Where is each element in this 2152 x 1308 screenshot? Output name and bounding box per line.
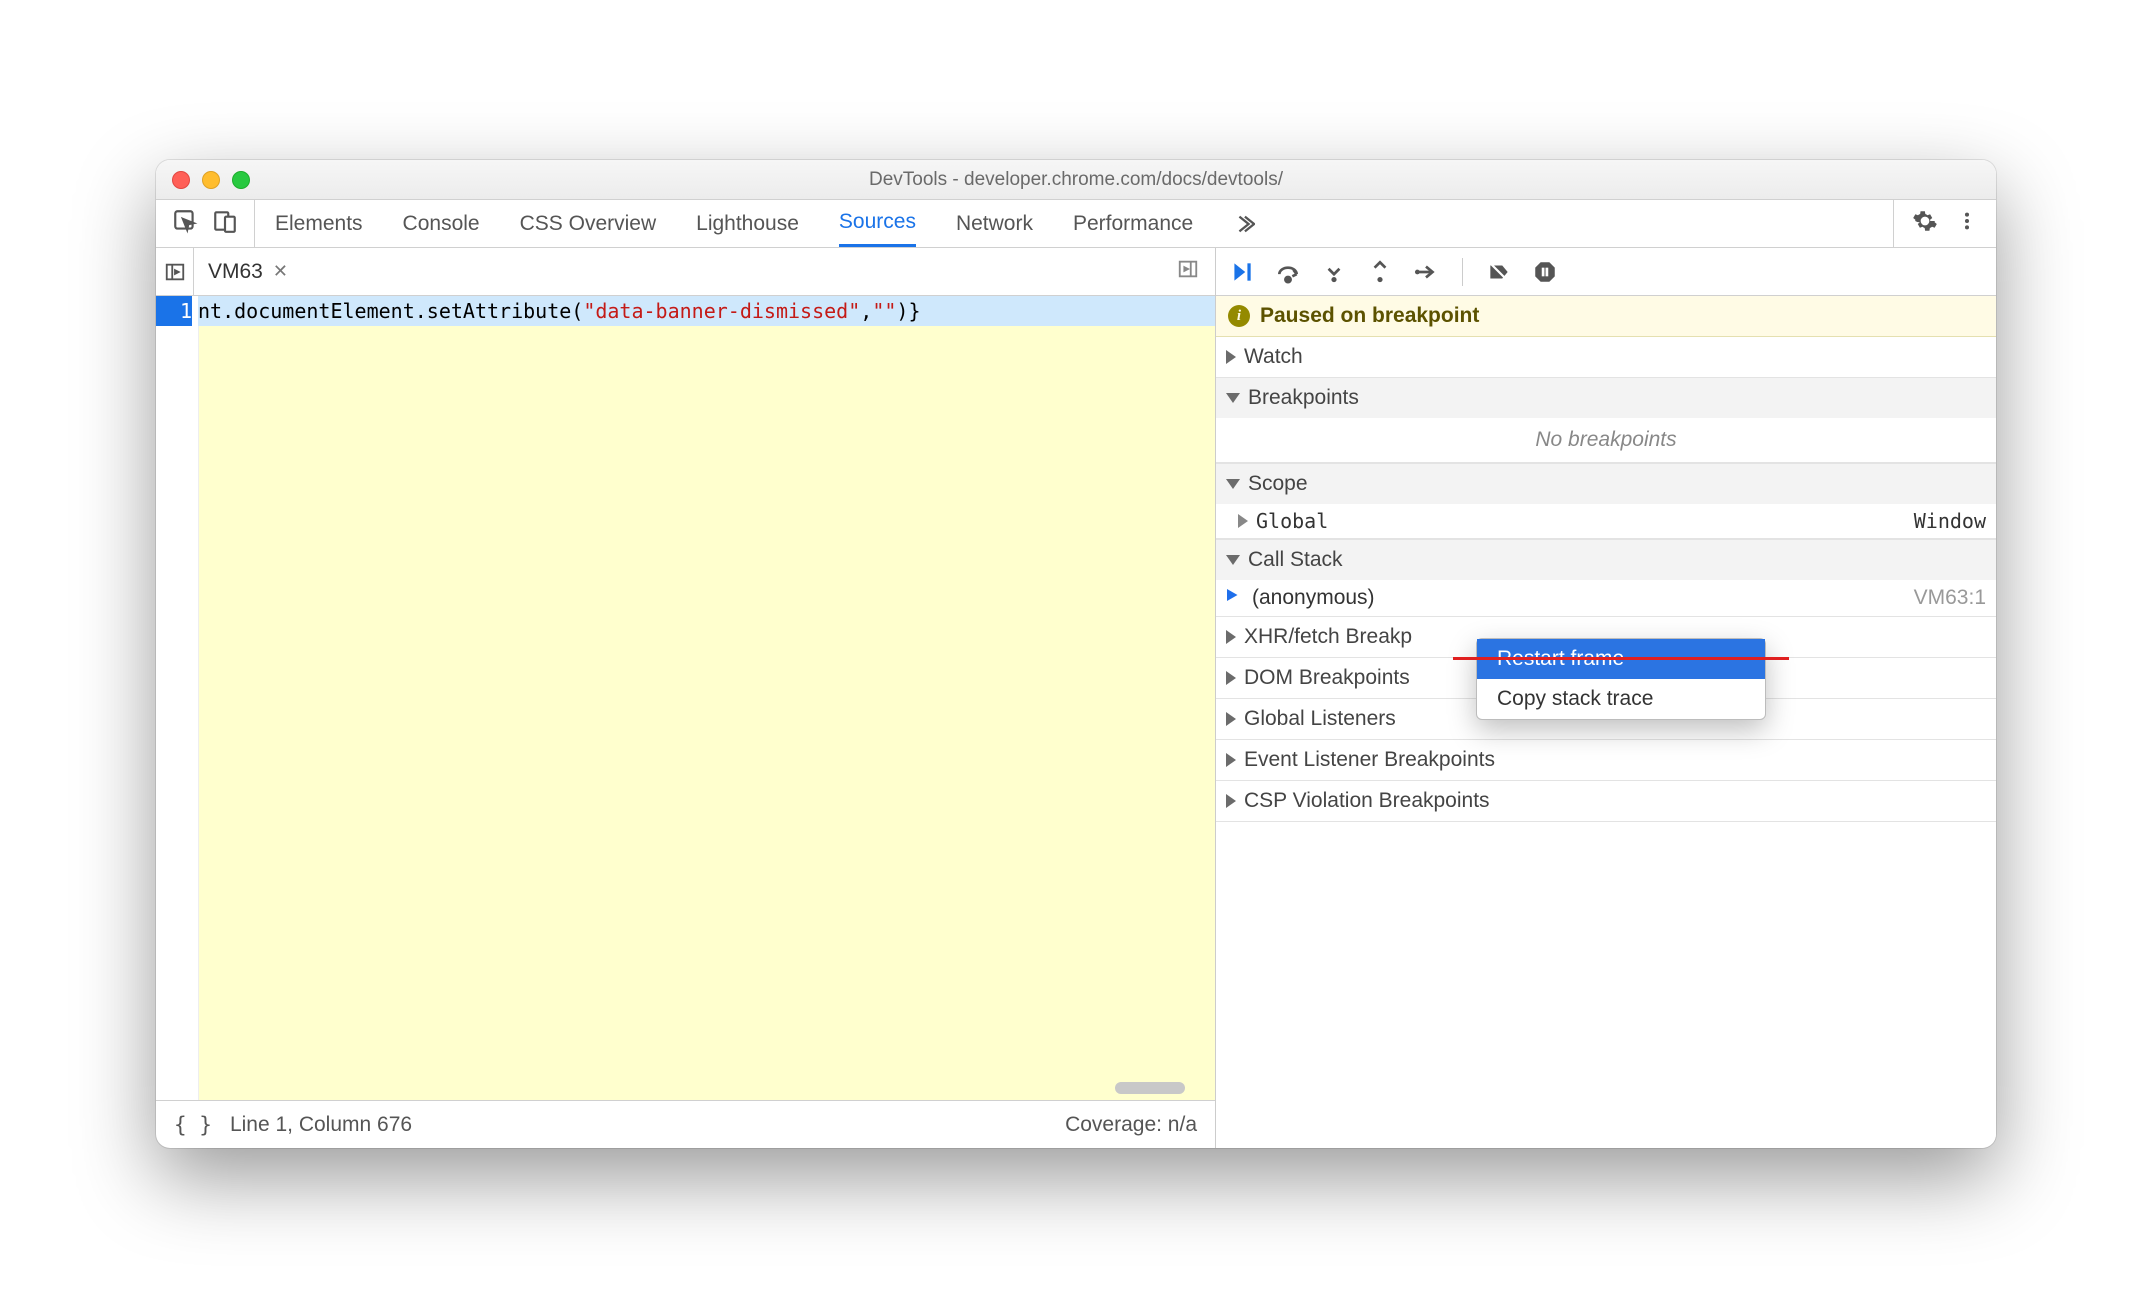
scope-global-row[interactable]: Global Window xyxy=(1216,504,1996,539)
tab-elements[interactable]: Elements xyxy=(275,200,363,247)
chevron-down-icon xyxy=(1226,555,1240,565)
chevron-right-icon xyxy=(1226,712,1236,726)
info-icon: i xyxy=(1228,305,1250,327)
paused-label: Paused on breakpoint xyxy=(1260,304,1479,328)
scope-label: Scope xyxy=(1248,472,1308,496)
chevron-right-icon xyxy=(1226,350,1236,364)
chevron-down-icon xyxy=(1226,393,1240,403)
scope-global-value: Window xyxy=(1914,509,1986,533)
coverage-label: Coverage: n/a xyxy=(1065,1113,1197,1137)
section-breakpoints: Breakpoints No breakpoints xyxy=(1216,378,1996,464)
code-editor[interactable]: 1 nt.documentElement.setAttribute("data-… xyxy=(156,296,1215,1100)
strikethrough-annotation xyxy=(1453,657,1789,660)
chevron-down-icon xyxy=(1226,479,1240,489)
scope-global-label: Global xyxy=(1256,509,1328,533)
separator xyxy=(1462,258,1463,286)
section-csp: CSP Violation Breakpoints xyxy=(1216,781,1996,822)
chevron-right-icon xyxy=(1238,514,1248,528)
tab-sources[interactable]: Sources xyxy=(839,200,916,247)
horizontal-scrollbar[interactable] xyxy=(1115,1082,1185,1094)
chevron-right-icon xyxy=(1226,671,1236,685)
tab-network[interactable]: Network xyxy=(956,200,1033,247)
pretty-print-icon[interactable]: { } xyxy=(174,1113,212,1137)
step-icon[interactable] xyxy=(1412,258,1440,286)
chevron-right-icon xyxy=(1226,753,1236,767)
section-scope: Scope Global Window xyxy=(1216,464,1996,540)
window-title: DevTools - developer.chrome.com/docs/dev… xyxy=(156,169,1996,191)
step-over-icon[interactable] xyxy=(1274,258,1302,286)
debug-controls xyxy=(1216,248,1996,296)
deactivate-breakpoints-icon[interactable] xyxy=(1485,258,1513,286)
callstack-item[interactable]: (anonymous) VM63:1 xyxy=(1216,580,1996,616)
debugger-panel: i Paused on breakpoint Watch Breakpoints… xyxy=(1216,248,1996,1148)
section-header-breakpoints[interactable]: Breakpoints xyxy=(1216,378,1996,418)
tab-performance[interactable]: Performance xyxy=(1073,200,1193,247)
navigator-toggle-icon[interactable] xyxy=(156,248,194,295)
line-gutter: 1 xyxy=(156,296,198,1100)
section-callstack: Call Stack (anonymous) VM63:1 xyxy=(1216,540,1996,617)
callstack-item-label: (anonymous) xyxy=(1252,586,1375,610)
sources-left-pane: VM63 ✕ 1 nt.documentElement.setAttribute… xyxy=(156,248,1216,1148)
xhr-label: XHR/fetch Breakp xyxy=(1244,625,1412,649)
section-header-callstack[interactable]: Call Stack xyxy=(1216,540,1996,580)
dom-label: DOM Breakpoints xyxy=(1244,666,1410,690)
no-breakpoints-label: No breakpoints xyxy=(1216,418,1996,463)
code-line-1: nt.documentElement.setAttribute("data-ba… xyxy=(198,296,1215,326)
file-tab-label: VM63 xyxy=(208,260,263,284)
file-tab-bar: VM63 ✕ xyxy=(156,248,1215,296)
event-listener-label: Event Listener Breakpoints xyxy=(1244,748,1495,772)
section-header-event-listener[interactable]: Event Listener Breakpoints xyxy=(1216,740,1996,780)
toolbar-right-icons xyxy=(1893,200,1996,247)
code-body: nt.documentElement.setAttribute("data-ba… xyxy=(198,296,1215,1100)
editor-statusbar: { } Line 1, Column 676 Coverage: n/a xyxy=(156,1100,1215,1148)
chevron-right-icon xyxy=(1226,630,1236,644)
debugger-pane-toggle-icon[interactable] xyxy=(1161,258,1215,285)
titlebar: DevTools - developer.chrome.com/docs/dev… xyxy=(156,160,1996,200)
section-header-scope[interactable]: Scope xyxy=(1216,464,1996,504)
line-number: 1 xyxy=(156,296,192,326)
menu-item-restart-frame[interactable]: Restart frame xyxy=(1477,639,1765,679)
tab-lighthouse[interactable]: Lighthouse xyxy=(696,200,799,247)
section-watch: Watch xyxy=(1216,337,1996,378)
top-toolbar: Elements Console CSS Overview Lighthouse… xyxy=(156,200,1996,248)
step-out-icon[interactable] xyxy=(1366,258,1394,286)
global-listeners-label: Global Listeners xyxy=(1244,707,1396,731)
callstack-label: Call Stack xyxy=(1248,548,1343,572)
breakpoints-label: Breakpoints xyxy=(1248,386,1359,410)
file-tab-vm63[interactable]: VM63 ✕ xyxy=(194,248,302,295)
device-toggle-icon[interactable] xyxy=(212,208,238,240)
devtools-window: DevTools - developer.chrome.com/docs/dev… xyxy=(156,160,1996,1148)
chevron-right-icon xyxy=(1226,794,1236,808)
callstack-item-location: VM63:1 xyxy=(1914,586,1986,610)
menu-item-copy-stack-trace[interactable]: Copy stack trace xyxy=(1477,679,1765,719)
close-icon[interactable]: ✕ xyxy=(273,261,288,282)
context-menu: Restart frame Copy stack trace xyxy=(1476,638,1766,720)
content-area: VM63 ✕ 1 nt.documentElement.setAttribute… xyxy=(156,248,1996,1148)
csp-label: CSP Violation Breakpoints xyxy=(1244,789,1490,813)
section-header-csp[interactable]: CSP Violation Breakpoints xyxy=(1216,781,1996,821)
pause-exceptions-icon[interactable] xyxy=(1531,258,1559,286)
resume-icon[interactable] xyxy=(1228,258,1256,286)
paused-banner: i Paused on breakpoint xyxy=(1216,296,1996,337)
current-frame-icon xyxy=(1224,586,1242,610)
inspect-icon[interactable] xyxy=(172,208,198,240)
tabs-overflow-icon[interactable] xyxy=(1233,200,1255,247)
section-event-listener: Event Listener Breakpoints xyxy=(1216,740,1996,781)
section-header-watch[interactable]: Watch xyxy=(1216,337,1996,377)
menu-item-label: Copy stack trace xyxy=(1497,687,1653,710)
watch-label: Watch xyxy=(1244,345,1303,369)
tab-css-overview[interactable]: CSS Overview xyxy=(520,200,657,247)
more-icon[interactable] xyxy=(1956,210,1978,238)
code-empty-area xyxy=(198,326,1215,1100)
cursor-position: Line 1, Column 676 xyxy=(230,1113,412,1137)
step-into-icon[interactable] xyxy=(1320,258,1348,286)
tab-console[interactable]: Console xyxy=(403,200,480,247)
panel-tabs: Elements Console CSS Overview Lighthouse… xyxy=(255,200,1893,247)
toolbar-left-icons xyxy=(156,200,255,247)
settings-icon[interactable] xyxy=(1912,208,1938,240)
